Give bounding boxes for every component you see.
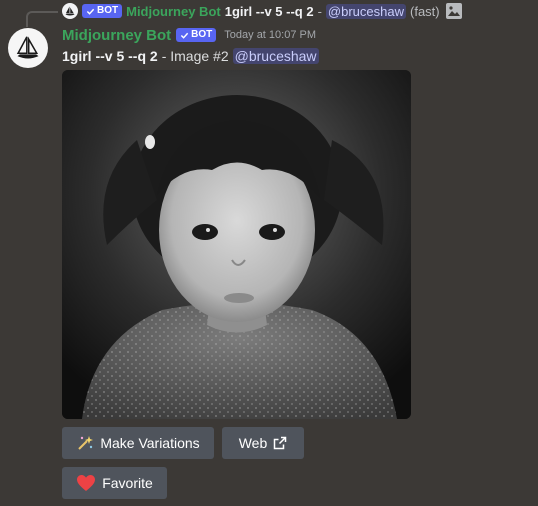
bot-badge: BOT xyxy=(176,28,217,42)
favorite-button[interactable]: Favorite xyxy=(62,467,167,499)
reply-separator: - xyxy=(317,3,322,19)
heart-icon xyxy=(77,475,96,491)
reply-bot-badge-label: BOT xyxy=(97,5,119,16)
external-link-icon xyxy=(274,436,287,450)
web-button[interactable]: Web xyxy=(222,427,304,459)
portrait-illustration xyxy=(62,70,411,419)
checkmark-icon xyxy=(86,8,95,15)
midjourney-sailboat-icon xyxy=(16,36,39,59)
reply-speed: (fast) xyxy=(410,3,440,19)
bot-badge-label: BOT xyxy=(191,29,213,40)
reply-bot-badge: BOT xyxy=(82,4,123,18)
reply-prompt[interactable]: 1girl --v 5 --q 2 xyxy=(225,4,314,19)
generated-image[interactable] xyxy=(62,70,411,419)
message-mention[interactable]: @bruceshaw xyxy=(232,48,319,64)
image-icon xyxy=(445,3,462,19)
web-label: Web xyxy=(238,435,268,451)
sparkles-icon xyxy=(78,436,94,450)
message-container: BOT Midjourney Bot 1girl --v 5 --q 2 - @… xyxy=(0,0,538,506)
author-name[interactable]: Midjourney Bot xyxy=(62,27,171,44)
reply-reference[interactable]: BOT Midjourney Bot 1girl --v 5 --q 2 - @… xyxy=(62,2,462,20)
reply-author[interactable]: Midjourney Bot xyxy=(126,4,221,19)
checkmark-icon xyxy=(181,32,189,39)
message-content: 1girl --v 5 --q 2 - Image #2 @bruceshaw xyxy=(62,46,319,66)
make-variations-label: Make Variations xyxy=(100,435,200,451)
reply-avatar[interactable] xyxy=(62,3,78,19)
message-header: Midjourney Bot BOT Today at 10:07 PM xyxy=(62,25,316,45)
make-variations-button[interactable]: Make Variations xyxy=(62,427,214,459)
timestamp[interactable]: Today at 10:07 PM xyxy=(224,29,316,41)
image-label: - Image #2 xyxy=(161,48,229,64)
midjourney-sailboat-icon xyxy=(65,6,75,16)
reply-spine xyxy=(26,11,58,27)
message-prompt: 1girl --v 5 --q 2 xyxy=(62,48,158,64)
avatar[interactable] xyxy=(8,28,48,68)
reply-mention[interactable]: @bruceshaw xyxy=(325,3,406,19)
favorite-label: Favorite xyxy=(102,475,153,491)
